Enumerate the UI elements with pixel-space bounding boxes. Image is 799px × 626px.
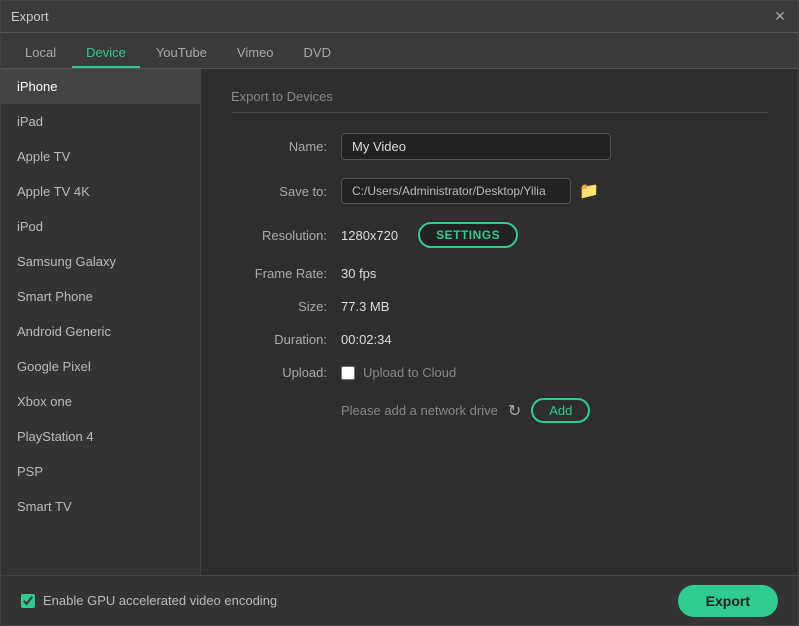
- duration-value: 00:02:34: [341, 332, 392, 347]
- sidebar-item-appletv4k[interactable]: Apple TV 4K: [1, 174, 200, 209]
- upload-controls: Upload to Cloud: [341, 365, 456, 380]
- upload-cloud-label: Upload to Cloud: [363, 365, 456, 380]
- sidebar-item-playstation4[interactable]: PlayStation 4: [1, 419, 200, 454]
- name-row: Name:: [231, 133, 768, 160]
- device-sidebar: iPhone iPad Apple TV Apple TV 4K iPod Sa…: [1, 69, 201, 575]
- duration-row: Duration: 00:02:34: [231, 332, 768, 347]
- save-to-label: Save to:: [231, 184, 341, 199]
- tab-vimeo[interactable]: Vimeo: [223, 39, 288, 68]
- window-title: Export: [11, 9, 49, 24]
- gpu-checkbox[interactable]: [21, 594, 35, 608]
- export-button[interactable]: Export: [678, 585, 778, 617]
- network-text: Please add a network drive: [341, 403, 498, 418]
- browse-folder-button[interactable]: 📁: [579, 181, 599, 201]
- upload-cloud-checkbox[interactable]: [341, 366, 355, 380]
- sidebar-item-googlepixel[interactable]: Google Pixel: [1, 349, 200, 384]
- refresh-button[interactable]: ↻: [508, 401, 521, 421]
- name-input[interactable]: [341, 133, 611, 160]
- frame-rate-value: 30 fps: [341, 266, 376, 281]
- frame-rate-row: Frame Rate: 30 fps: [231, 266, 768, 281]
- sidebar-item-iphone[interactable]: iPhone: [1, 69, 200, 104]
- frame-rate-label: Frame Rate:: [231, 266, 341, 281]
- tab-youtube[interactable]: YouTube: [142, 39, 221, 68]
- sidebar-item-samsung[interactable]: Samsung Galaxy: [1, 244, 200, 279]
- content-area: Export to Devices Name: Save to: C:/User…: [201, 69, 798, 575]
- section-title: Export to Devices: [231, 89, 768, 113]
- resolution-value: 1280x720: [341, 228, 398, 243]
- resolution-row: Resolution: 1280x720 SETTINGS: [231, 222, 768, 248]
- close-button[interactable]: ✕: [772, 9, 788, 25]
- resolution-controls: 1280x720 SETTINGS: [341, 222, 518, 248]
- add-button[interactable]: Add: [531, 398, 590, 423]
- sidebar-item-xbox[interactable]: Xbox one: [1, 384, 200, 419]
- upload-label: Upload:: [231, 365, 341, 380]
- main-content: iPhone iPad Apple TV Apple TV 4K iPod Sa…: [1, 69, 798, 575]
- sidebar-item-smartphone[interactable]: Smart Phone: [1, 279, 200, 314]
- settings-button[interactable]: SETTINGS: [418, 222, 518, 248]
- size-label: Size:: [231, 299, 341, 314]
- export-window: Export ✕ Local Device YouTube Vimeo DVD …: [0, 0, 799, 626]
- sidebar-item-ipad[interactable]: iPad: [1, 104, 200, 139]
- tab-local[interactable]: Local: [11, 39, 70, 68]
- duration-label: Duration:: [231, 332, 341, 347]
- name-label: Name:: [231, 139, 341, 154]
- path-display: C:/Users/Administrator/Desktop/Yilia: [341, 178, 571, 204]
- title-bar: Export ✕: [1, 1, 798, 33]
- size-row: Size: 77.3 MB: [231, 299, 768, 314]
- save-to-row: Save to: C:/Users/Administrator/Desktop/…: [231, 178, 768, 204]
- sidebar-item-ipod[interactable]: iPod: [1, 209, 200, 244]
- sidebar-item-psp[interactable]: PSP: [1, 454, 200, 489]
- network-controls: Please add a network drive ↻ Add: [341, 398, 590, 423]
- gpu-label: Enable GPU accelerated video encoding: [43, 593, 277, 608]
- upload-row: Upload: Upload to Cloud: [231, 365, 768, 380]
- gpu-row: Enable GPU accelerated video encoding: [21, 593, 277, 608]
- size-value: 77.3 MB: [341, 299, 389, 314]
- sidebar-item-android[interactable]: Android Generic: [1, 314, 200, 349]
- save-to-controls: C:/Users/Administrator/Desktop/Yilia 📁: [341, 178, 599, 204]
- resolution-label: Resolution:: [231, 228, 341, 243]
- tab-dvd[interactable]: DVD: [290, 39, 345, 68]
- tab-bar: Local Device YouTube Vimeo DVD: [1, 33, 798, 69]
- tab-device[interactable]: Device: [72, 39, 140, 68]
- sidebar-item-smarttv[interactable]: Smart TV: [1, 489, 200, 524]
- sidebar-item-appletv[interactable]: Apple TV: [1, 139, 200, 174]
- network-row: Please add a network drive ↻ Add: [231, 398, 768, 423]
- bottom-bar: Enable GPU accelerated video encoding Ex…: [1, 575, 798, 625]
